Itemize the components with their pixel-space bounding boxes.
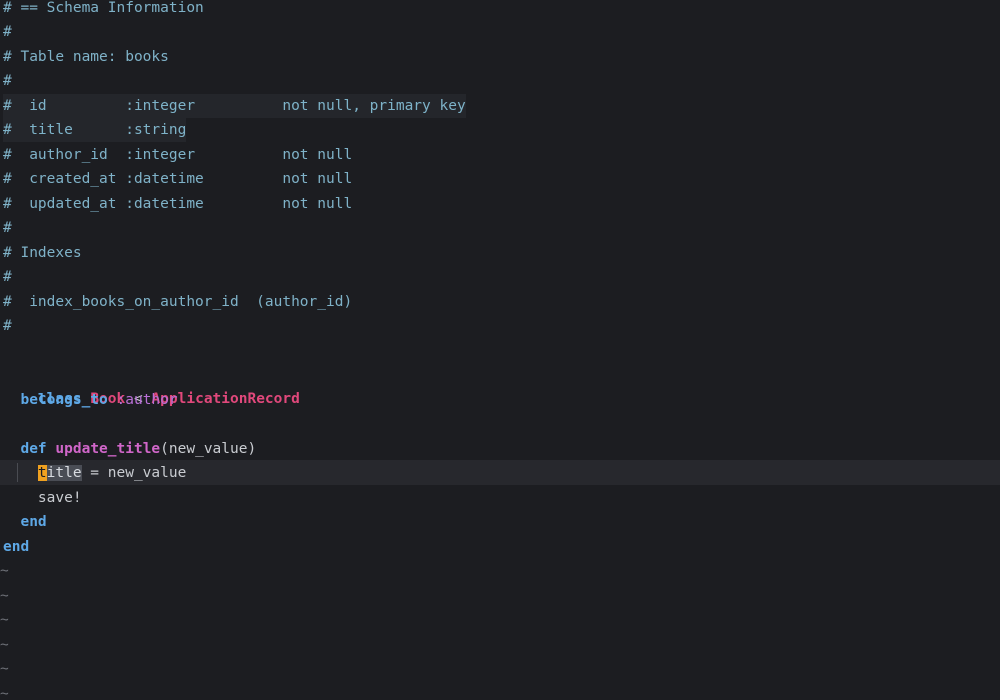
empty-line-marker: ~ [0, 661, 9, 677]
class-end-line: end [3, 535, 29, 559]
comment-line: # Indexes [3, 245, 82, 261]
assignment-rest: = new_value [81, 465, 187, 481]
empty-line-marker: ~ [0, 637, 9, 653]
comment-line: # title :string [3, 118, 187, 142]
method-def-line: def update_title(new_value) [3, 437, 256, 461]
text-cursor: t [37, 465, 47, 481]
comment-line: # [3, 24, 12, 40]
empty-line-marker: ~ [0, 563, 9, 579]
method-params: (new_value) [160, 441, 257, 457]
comment-line: # [3, 220, 12, 236]
comment-line: # index_books_on_author_id (author_id) [3, 294, 353, 310]
comment-line: # author_id :integer not null [3, 147, 353, 163]
code-editor[interactable]: # == Schema Information # # Table name: … [0, 0, 1000, 700]
keyword-def: def [20, 441, 47, 457]
keyword-belongs-to: belongs_to [20, 392, 108, 408]
comment-line: # id :integer not null, primary key [3, 94, 466, 118]
keyword-end: end [20, 514, 47, 530]
comment-line: # [3, 318, 12, 334]
comment-line: # [3, 269, 12, 285]
symbol-author: :author [107, 392, 178, 408]
selected-text: itle [46, 465, 82, 481]
empty-line-marker: ~ [0, 612, 9, 628]
comment-line: # created_at :datetime not null [3, 171, 353, 187]
comment-line: # updated_at :datetime not null [3, 196, 353, 212]
save-call: save! [37, 490, 82, 506]
comment-line: # Table name: books [3, 49, 169, 65]
class-definition-line: class Book < ApplicationRecord [3, 363, 300, 407]
method-name: update_title [55, 441, 161, 457]
method-end-line: end [3, 510, 47, 534]
save-line: save! [3, 486, 82, 510]
comment-line: # == Schema Information [3, 0, 204, 16]
empty-line-marker: ~ [0, 686, 9, 700]
belongs-to-line: belongs_to :author [3, 388, 178, 412]
keyword-end: end [3, 539, 30, 555]
assignment-line[interactable]: title = new_value [3, 461, 186, 485]
comment-line: # [3, 73, 12, 89]
empty-line-marker: ~ [0, 588, 9, 604]
